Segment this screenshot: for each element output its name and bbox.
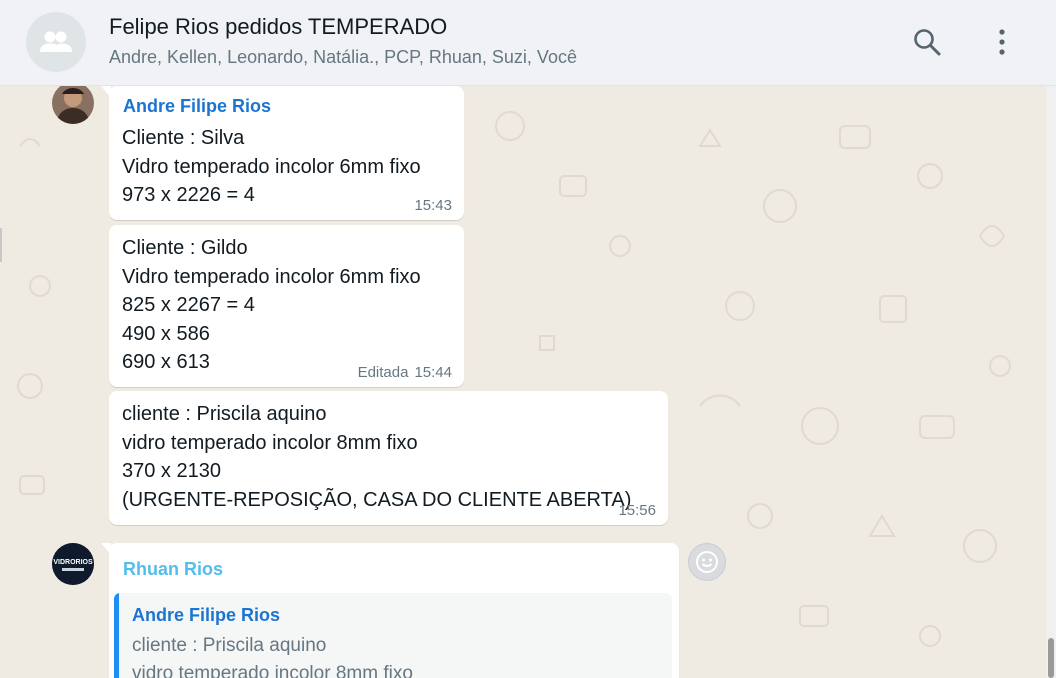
group-icon bbox=[40, 31, 72, 52]
message-line: 973 x 2226 = 4 bbox=[122, 184, 255, 206]
message-bubble[interactable]: Rhuan Rios Andre Filipe Rios cliente : P… bbox=[101, 543, 679, 678]
message-line: vidro temperado incolor 8mm fixo bbox=[122, 431, 418, 454]
message-line: cliente : Priscila aquino bbox=[122, 403, 327, 425]
emoji-icon bbox=[696, 551, 718, 573]
message-bubble[interactable]: Cliente : Gildo Vidro temperado incolor … bbox=[109, 225, 464, 387]
message-line: (URGENTE-REPOSIÇÃO, CASA DO CLIENTE ABER… bbox=[122, 488, 632, 511]
group-members[interactable]: Andre, Kellen, Leonardo, Natália., PCP, … bbox=[109, 47, 577, 68]
scrollbar[interactable] bbox=[1046, 86, 1056, 678]
message-line: Cliente : Gildo bbox=[122, 237, 248, 259]
quote-accent-bar bbox=[114, 593, 119, 678]
more-vertical-icon bbox=[999, 29, 1005, 55]
bubble-tail bbox=[101, 543, 111, 555]
menu-button[interactable] bbox=[982, 22, 1022, 62]
quoted-message[interactable]: Andre Filipe Rios cliente : Priscila aqu… bbox=[114, 593, 672, 678]
message-time: 15:43 bbox=[414, 197, 452, 214]
message-line: 690 x 613 bbox=[122, 351, 210, 373]
message-time: 15:44 bbox=[414, 364, 452, 381]
message-line: Vidro temperado incolor 6mm fixo bbox=[122, 265, 421, 288]
chat-header[interactable]: Felipe Rios pedidos TEMPERADO Andre, Kel… bbox=[0, 0, 1056, 86]
vidrorios-logo: VIDRORIOS bbox=[52, 543, 94, 585]
message-line: 490 x 586 bbox=[122, 322, 210, 345]
logo-text: VIDRORIOS bbox=[53, 559, 93, 566]
group-avatar[interactable] bbox=[26, 12, 86, 72]
avatar[interactable]: VIDRORIOS bbox=[52, 543, 94, 585]
message-bubble[interactable]: cliente : Priscila aquino vidro temperad… bbox=[109, 391, 668, 525]
chat-title[interactable]: Felipe Rios pedidos TEMPERADO bbox=[109, 14, 447, 40]
quoted-sender-name: Andre Filipe Rios bbox=[132, 605, 281, 625]
message-line: Cliente : Silva bbox=[122, 127, 245, 149]
scrollbar-thumb[interactable] bbox=[1048, 638, 1054, 678]
message-bubble[interactable]: Andre Filipe Rios Cliente : Silva Vidro … bbox=[101, 86, 464, 220]
message-line: 370 x 2130 bbox=[122, 460, 221, 482]
message-line: 825 x 2267 = 4 bbox=[122, 294, 255, 316]
left-edge-divider bbox=[0, 228, 2, 262]
edited-label: Editada bbox=[357, 364, 409, 381]
sender-name[interactable]: Andre Filipe Rios bbox=[123, 96, 271, 117]
message-list[interactable]: Andre Filipe Rios Cliente : Silva Vidro … bbox=[0, 86, 1046, 678]
quoted-line: cliente : Priscila aquino bbox=[132, 635, 327, 656]
message-meta: Editada 15:44 bbox=[358, 364, 452, 381]
bubble-tail bbox=[101, 86, 111, 98]
message-line: Vidro temperado incolor 6mm fixo bbox=[122, 155, 421, 178]
search-icon bbox=[914, 29, 941, 56]
message-time: 15:56 bbox=[618, 502, 656, 519]
quoted-line: vidro temperado incolor 8mm fixo bbox=[132, 663, 413, 678]
emoji-button[interactable] bbox=[688, 543, 726, 581]
search-button[interactable] bbox=[907, 22, 947, 62]
sender-name[interactable]: Rhuan Rios bbox=[123, 559, 223, 580]
